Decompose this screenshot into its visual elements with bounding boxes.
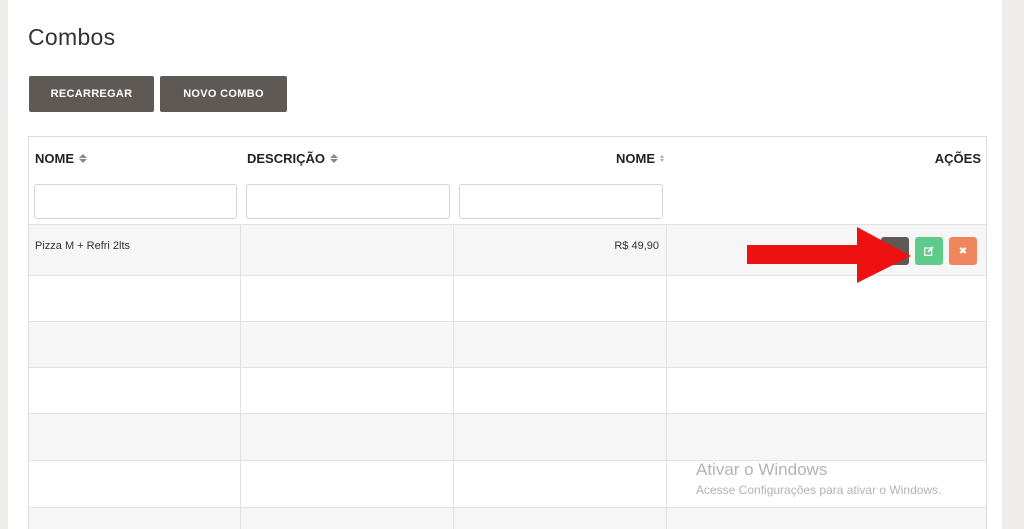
column-header-acoes: AÇÕES [935, 151, 981, 166]
sort-icon[interactable] [79, 154, 87, 163]
column-header-preco[interactable]: NOME [616, 151, 664, 166]
windows-activation-watermark: Ativar o Windows Acesse Configurações pa… [696, 460, 941, 497]
edit-icon [924, 246, 934, 256]
table-row [29, 413, 986, 460]
close-icon: ✖ [958, 245, 968, 257]
edit-button[interactable] [915, 237, 943, 265]
column-header-label: NOME [35, 151, 74, 166]
row-price: R$ 49,90 [614, 240, 659, 252]
cell-preco: R$ 49,90 [454, 225, 667, 275]
filter-preco-input[interactable] [459, 184, 663, 219]
sort-icon[interactable] [660, 155, 664, 162]
cell-descricao [241, 225, 454, 275]
column-header-nome[interactable]: NOME [35, 151, 87, 166]
filter-descricao-input[interactable] [246, 184, 450, 219]
red-arrow-annotation [747, 227, 911, 283]
cell-nome: Pizza M + Refri 2lts [29, 225, 241, 275]
table-row [29, 507, 986, 529]
table-row [29, 367, 986, 413]
filter-nome-input[interactable] [34, 184, 237, 219]
column-header-label: NOME [616, 151, 655, 166]
row-name: Pizza M + Refri 2lts [35, 240, 131, 252]
reload-button[interactable]: RECARREGAR [29, 76, 154, 112]
column-header-label: DESCRIÇÃO [247, 151, 326, 166]
new-combo-button[interactable]: NOVO COMBO [160, 76, 287, 112]
sort-icon[interactable] [330, 154, 339, 163]
page-title: Combos [28, 24, 116, 50]
table-row [29, 321, 986, 367]
watermark-title: Ativar o Windows [696, 460, 828, 479]
delete-button[interactable]: ✖ [949, 237, 977, 265]
column-header-descricao[interactable]: DESCRIÇÃO [247, 151, 339, 166]
column-header-label: AÇÕES [934, 151, 981, 166]
watermark-subtitle: Acesse Configurações para ativar o Windo… [696, 483, 942, 497]
